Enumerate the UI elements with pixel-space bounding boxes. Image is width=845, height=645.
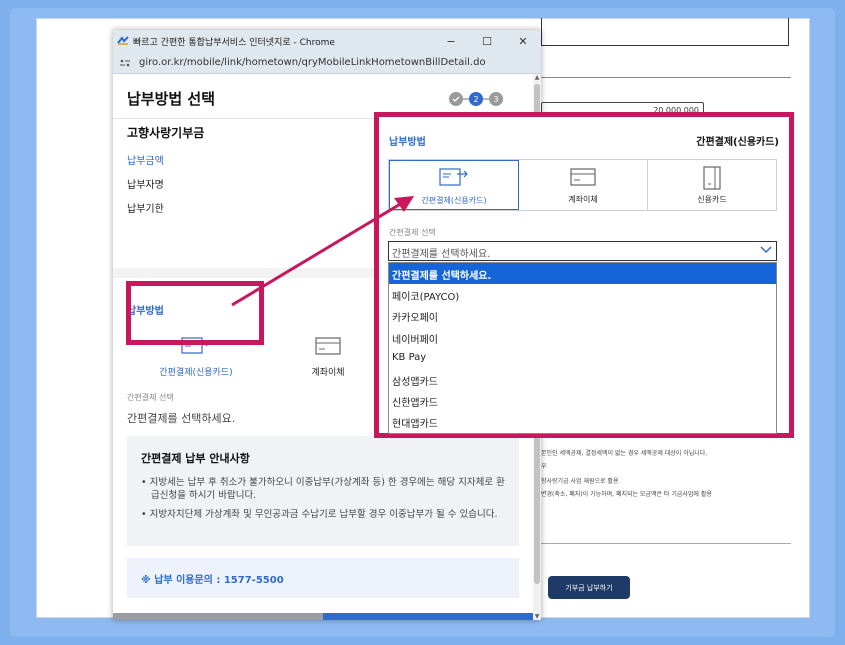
scroll-up-icon[interactable]: ▲: [533, 74, 541, 81]
site-info-icon[interactable]: [119, 58, 133, 68]
dropdown-option[interactable]: 네이버페이: [389, 327, 776, 348]
zoomed-panel: 납부방법 간편결제(신용카드) 간편결제(신용카드) 계좌이체 신용카드 간편결…: [379, 117, 789, 434]
zoom-select-value: 간편결제를 선택하세요.: [392, 249, 491, 260]
dropdown-option[interactable]: 현대앱카드: [389, 411, 776, 432]
window-titlebar: 빠르고 간편한 통합납부서비스 인터넷지로 - Chrome − ☐ ✕: [113, 30, 541, 52]
next-button[interactable]: 다음: [323, 613, 533, 620]
highlight-small: [126, 281, 264, 345]
chevron-down-icon: [760, 246, 772, 254]
account-transfer-icon: [315, 337, 341, 355]
minimize-button[interactable]: −: [433, 35, 469, 48]
dropdown-option[interactable]: 삼성앱카드: [389, 369, 776, 390]
dropdown-option[interactable]: 간편결제를 선택하세요.: [389, 263, 776, 285]
step-1: [449, 92, 463, 106]
window-title: 빠르고 간편한 통합납부서비스 인터넷지로 - Chrome: [133, 37, 335, 48]
step-3: 3: [489, 92, 503, 106]
zoom-easy-pay-select[interactable]: 간편결제를 선택하세요.: [388, 241, 777, 261]
step-indicator: 2 3: [449, 92, 503, 106]
zoom-option-credit-card[interactable]: 신용카드: [648, 160, 776, 210]
bg-input-box: [541, 18, 789, 46]
credit-card-icon: [703, 166, 721, 190]
giro-logo-icon: [117, 36, 129, 45]
page-title: 납부방법 선택: [127, 90, 216, 108]
zoom-easy-pay-label: 간편결제(신용카드): [421, 196, 487, 205]
field-payer-label: 납부자명: [127, 180, 164, 191]
dropdown-option[interactable]: 카카오페이: [389, 305, 776, 326]
field-deadline-label: 납부기한: [127, 204, 164, 215]
url-text: giro.or.kr/mobile/link/hometown/qryMobil…: [139, 57, 486, 68]
zoom-option-easy-pay[interactable]: 간편결제(신용카드): [389, 160, 519, 210]
account-transfer-icon: [570, 168, 596, 186]
check-icon: [452, 96, 460, 102]
zoom-dropdown-list: 간편결제를 선택하세요. 페이코(PAYCO) 카카오페이 네이버페이 KB P…: [388, 262, 777, 434]
select-label: 간편결제 선택: [127, 393, 174, 402]
organization-name: 고향사랑기부금: [127, 126, 205, 140]
step-2: 2: [469, 92, 483, 106]
zoom-credit-card-label: 신용카드: [697, 195, 727, 204]
guide-item: • 지방세는 납부 후 취소가 불가하오니 이중납부(가상계좌 등) 한 경우에…: [141, 477, 505, 501]
prev-button[interactable]: 이전: [113, 613, 323, 620]
zoom-account-transfer-label: 계좌이체: [568, 195, 598, 204]
close-button[interactable]: ✕: [505, 35, 541, 48]
dropdown-option[interactable]: 페이코(PAYCO): [389, 284, 776, 305]
maximize-button[interactable]: ☐: [469, 35, 505, 48]
bg-note: 향사랑기금 사업 재원으로 활용: [541, 478, 619, 485]
donate-button[interactable]: 기부금 납부하기: [548, 576, 630, 599]
scroll-down-icon[interactable]: ▼: [533, 613, 541, 620]
easy-pay-label: 간편결제(신용카드): [159, 368, 233, 378]
guide-box: 간편결제 납부 안내사항 • 지방세는 납부 후 취소가 불가하오니 이중납부(…: [127, 436, 519, 546]
address-bar[interactable]: giro.or.kr/mobile/link/hometown/qryMobil…: [113, 52, 541, 74]
bg-divider: [541, 77, 791, 78]
zoom-select-label: 간편결제 선택: [389, 228, 436, 237]
easy-pay-select[interactable]: 간편결제를 선택하세요.: [127, 410, 235, 426]
zoom-option-account-transfer[interactable]: 계좌이체: [519, 160, 648, 210]
zoom-selected-method: 간편결제(신용카드): [696, 137, 779, 148]
guide-title: 간편결제 납부 안내사항: [141, 452, 250, 465]
bg-note: 우: [541, 463, 547, 470]
bg-divider: [541, 543, 791, 544]
easy-pay-icon: [439, 168, 468, 186]
field-amount-label: 납부금액: [127, 156, 164, 167]
guide-item: • 지방자치단체 가상계좌 및 무인공과금 수납기로 납부할 경우 이중납부가 …: [141, 509, 498, 520]
dropdown-option[interactable]: KB Pay: [389, 348, 776, 369]
bg-note: 변경(축소, 폐지)이 가능하며, 폐지되는 모금액은 타 기금사업에 활용: [541, 491, 712, 498]
zoom-options: 간편결제(신용카드) 계좌이체 신용카드: [388, 159, 777, 211]
dropdown-option[interactable]: 신한앱카드: [389, 390, 776, 411]
bg-note: 본인인 세액공제, 결정세액이 없는 경우 세액공제 대상이 아닙니다.: [541, 450, 708, 457]
zoom-payment-title: 납부방법: [389, 137, 426, 148]
inquiry-box: ※ 납부 이용문의 : 1577-5500: [127, 558, 519, 598]
